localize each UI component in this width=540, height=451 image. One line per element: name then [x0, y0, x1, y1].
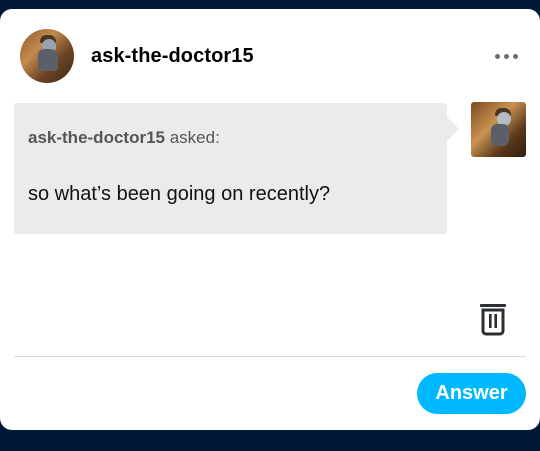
blog-name[interactable]: ask-the-doctor15 [91, 45, 254, 68]
footer-divider [14, 356, 526, 357]
asked-label: asked: [169, 128, 220, 147]
avatar-body [38, 49, 58, 71]
asker-line: ask-the-doctor15 asked: [28, 128, 220, 148]
more-dot [495, 53, 500, 59]
ask-post-card: ask-the-doctor15 ask-the-doctor15 asked:… [0, 9, 540, 430]
post-header: ask-the-doctor15 [20, 29, 520, 83]
question-bubble: ask-the-doctor15 asked: so what’s been g… [14, 103, 459, 234]
asker-avatar[interactable] [471, 102, 526, 157]
trash-icon[interactable] [479, 302, 507, 336]
asker-avatar-body [491, 124, 509, 146]
more-dot [513, 53, 518, 59]
trash-icon-graphic [480, 304, 506, 336]
question-text: so what’s been going on recently? [28, 183, 331, 205]
more-dot [504, 53, 509, 59]
answer-button[interactable]: Answer [417, 373, 526, 414]
asker-name[interactable]: ask-the-doctor15 [28, 128, 165, 147]
more-options-icon[interactable] [493, 48, 520, 65]
page-background: ask-the-doctor15 ask-the-doctor15 asked:… [0, 0, 540, 451]
blog-avatar[interactable] [20, 29, 74, 83]
